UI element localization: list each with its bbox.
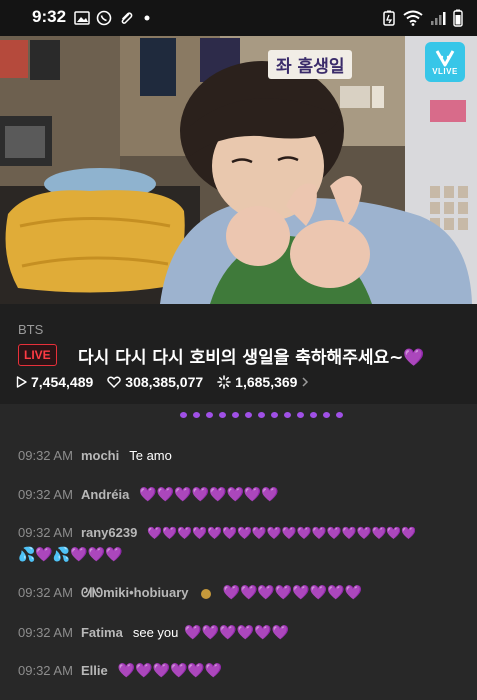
chat-message: 09:32 AM Ellie 💜💜💜💜💜💜 [18, 662, 222, 681]
chat-username[interactable]: mochi [81, 448, 119, 463]
status-bar: 9:32 [0, 0, 477, 36]
fan-badge-icon [200, 588, 211, 599]
attachment-icon [121, 12, 133, 24]
chat-panel[interactable]: 09:32 AM mochi Te amo 09:32 AM Andréia 💜💜💜💜💜… [0, 404, 477, 700]
comments-stat: 1,685,369 [217, 374, 309, 390]
broadcast-info: BTS LIVE 다시 다시 다시 호비의 생일을 축하해주세요~💜 7,454… [0, 304, 477, 404]
chat-username[interactable]: Andréia [81, 487, 129, 502]
chat-time: 09:32 AM [18, 525, 73, 540]
whatsapp-icon [96, 10, 112, 26]
battery-icon [453, 9, 463, 27]
chevron-right-icon[interactable] [301, 376, 309, 388]
play-icon [16, 376, 27, 388]
battery-saver-icon [383, 10, 395, 26]
chat-username[interactable]: Fatima [81, 625, 123, 640]
chat-time: 09:32 AM [18, 448, 73, 463]
chat-emoji: 💦💜💦💜💜💜 [18, 547, 123, 563]
title-heart-emoji: 💜 [403, 348, 425, 368]
chat-message: 09:32 AM Fatima see you 💜💜💜💜💜💜 [18, 624, 289, 643]
chat-text: see you [132, 625, 179, 640]
chat-emoji: 💜💜💜💜💜💜💜💜 [139, 487, 279, 503]
chat-text: Te amo [129, 448, 172, 463]
channel-name[interactable]: BTS [18, 322, 43, 337]
vlive-logo-icon [435, 49, 455, 66]
chat-message-continued: 💦💜💦💜💜💜 [18, 546, 123, 565]
chat-time: 09:32 AM [18, 663, 73, 678]
chat-username[interactable]: rany6239 [81, 525, 137, 540]
chat-username[interactable]: ᘛᘚmiki•hobiuary [81, 585, 189, 600]
video-frame [0, 36, 477, 304]
broadcast-stats: 7,454,489 308,385,077 1,685,369 [16, 374, 309, 390]
chat-message: 09:32 AM Andréia 💜💜💜💜💜💜💜💜 [18, 486, 279, 505]
chat-time: 09:32 AM [18, 625, 73, 640]
gallery-icon [74, 11, 90, 25]
broadcast-title-text: 다시 다시 다시 호비의 생일을 축하해주세요~ [78, 348, 404, 368]
live-video-player[interactable]: 좌 홈생일 VLIVE [0, 36, 477, 304]
chat-time: 09:32 AM [18, 585, 73, 600]
broadcast-title: 다시 다시 다시 호비의 생일을 축하해주세요~💜 [78, 343, 425, 368]
live-badge: LIVE [18, 344, 57, 366]
plays-count: 7,454,489 [31, 374, 94, 390]
status-time: 9:32 [32, 7, 67, 26]
vlive-logo: VLIVE [425, 42, 465, 82]
likes-count: 308,385,077 [125, 374, 204, 390]
likes-stat: 308,385,077 [107, 374, 203, 390]
chat-emoji: 💜💜💜💜💜💜💜💜💜💜💜💜💜💜💜💜💜💜 [147, 526, 417, 540]
status-right-icons [382, 9, 463, 27]
chat-emoji: 💜💜💜💜💜💜 [184, 625, 289, 641]
chat-message: 09:32 AM rany6239 💜💜💜💜💜💜💜💜💜💜💜💜💜💜💜💜💜💜 [18, 524, 468, 543]
signal-icon [431, 12, 446, 25]
chat-time: 09:32 AM [18, 487, 73, 502]
plays-stat: 7,454,489 [16, 374, 93, 390]
comments-count: 1,685,369 [235, 374, 298, 390]
chat-top-overflow [180, 412, 343, 420]
heart-outline-icon [107, 376, 122, 388]
chat-message: 09:32 AM mochi Te amo [18, 447, 178, 466]
chat-emoji: 💜💜💜💜💜💜💜💜 [222, 585, 362, 601]
chat-message: 09:32 AM ᘛᘚmiki•hobiuary 💜💜💜💜💜💜💜💜 [18, 584, 362, 603]
wall-banner: 좌 홈생일 [268, 50, 353, 79]
chat-username[interactable]: Ellie [81, 663, 108, 678]
wifi-icon [403, 10, 423, 26]
chat-emoji: 💜💜💜💜💜💜 [117, 663, 223, 679]
notification-dot-icon [144, 15, 150, 21]
vlive-label: VLIVE [432, 66, 458, 76]
sparkle-icon [217, 375, 231, 389]
